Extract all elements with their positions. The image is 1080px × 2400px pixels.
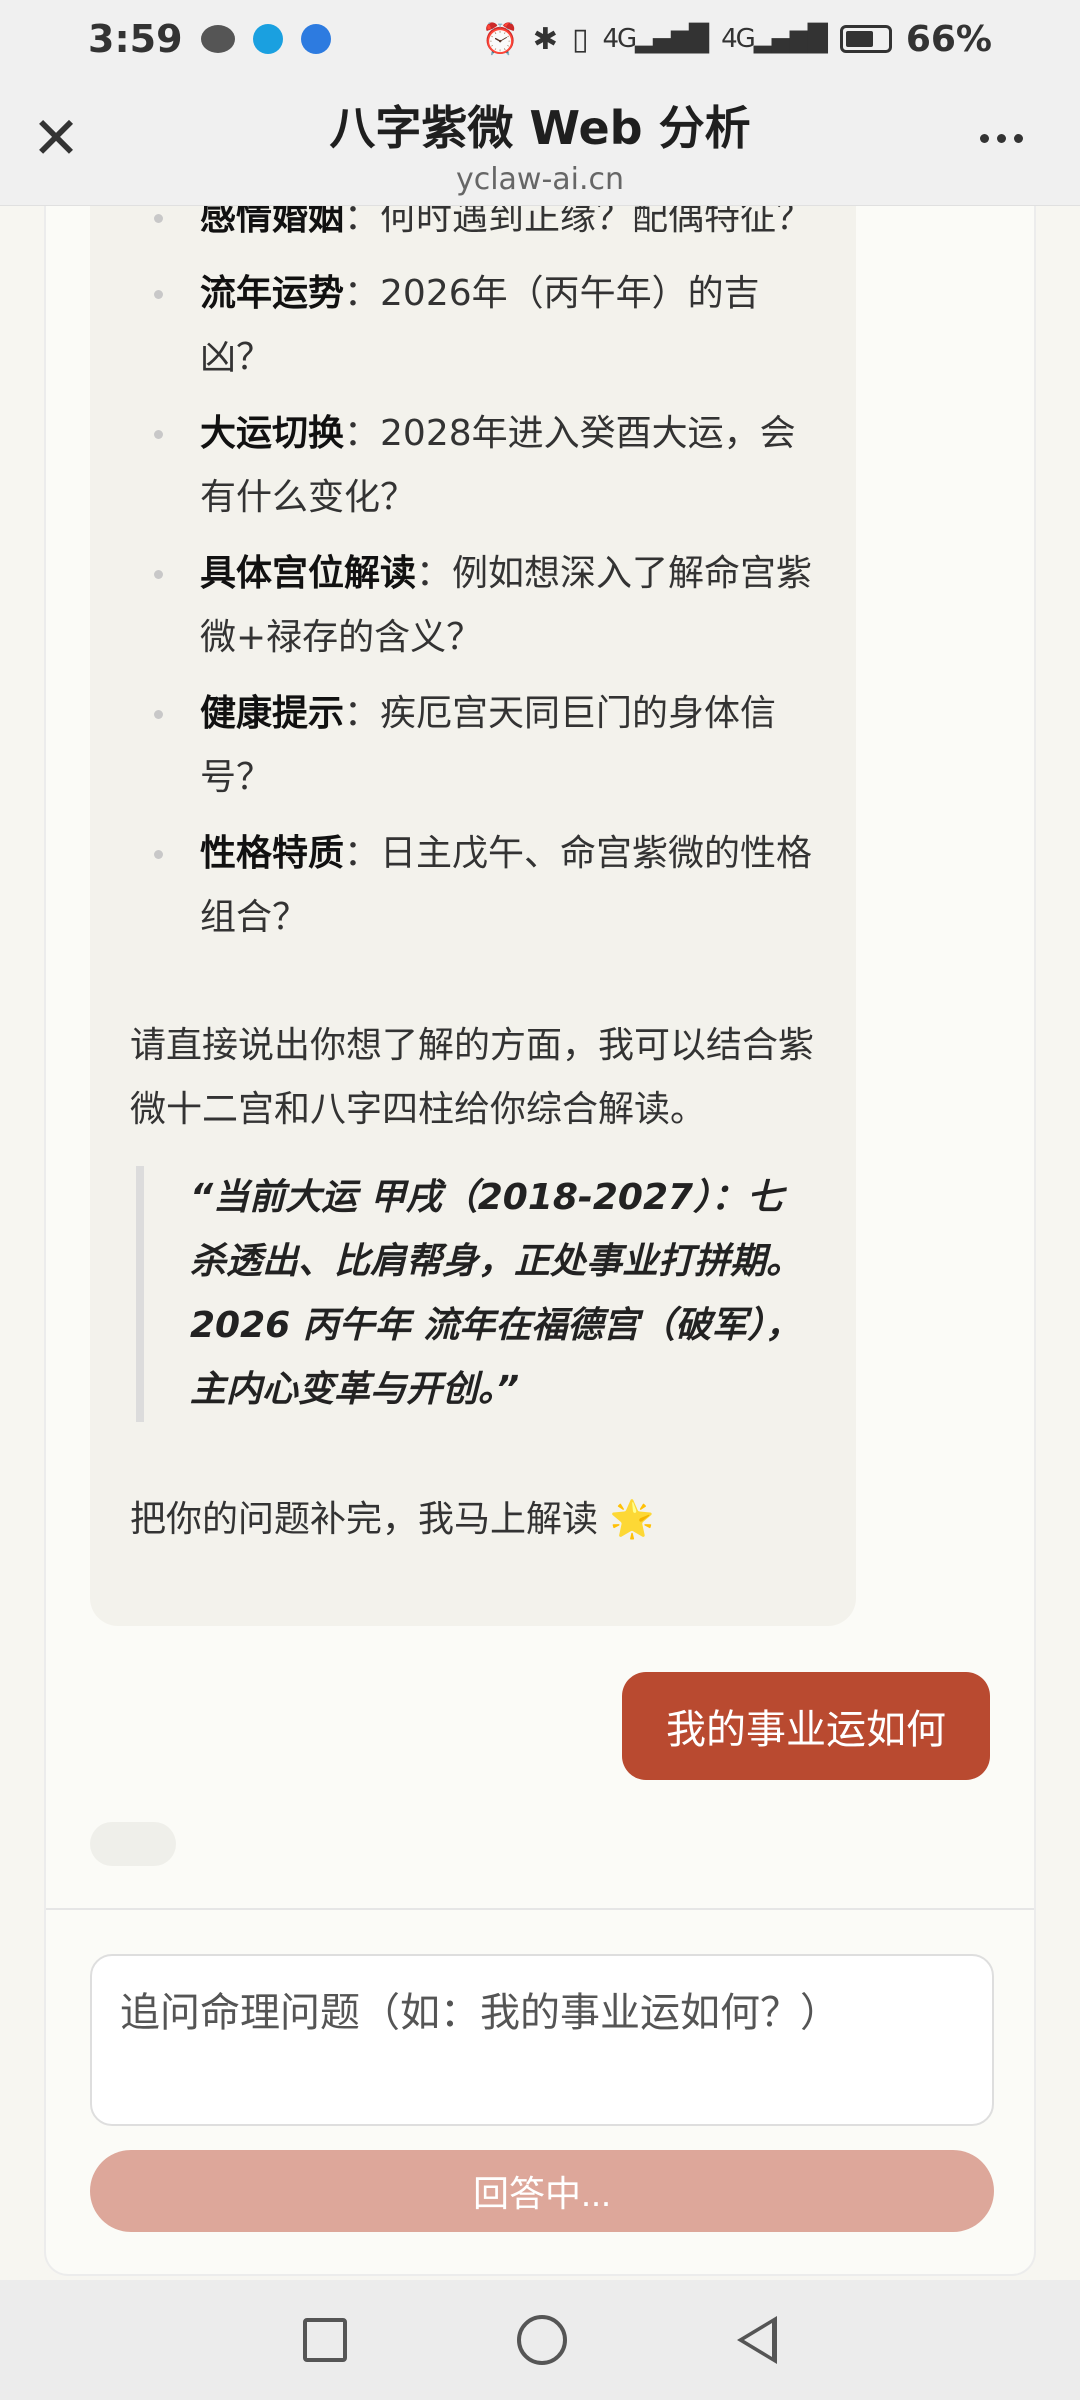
browser-notification-icon	[300, 24, 331, 54]
more-icon-dot	[996, 133, 1006, 143]
more-options-button[interactable]	[966, 118, 1036, 158]
ai-quote: “当前大运 甲戌（2018-2027）：七杀透出、比肩帮身，正处事业打拼期。20…	[136, 1166, 806, 1422]
title-bar: ✕ 八字紫微 Web 分析 yclaw-ai.cn	[0, 78, 1080, 206]
list-item: 大运切换：2028年进入癸酉大运，会有什么变化？	[130, 402, 830, 530]
chat-panel[interactable]: 感情婚姻：何时遇到正缘？配偶特征？ 流年运势：2026年（丙午年）的吉凶？ 大运…	[44, 206, 1036, 2276]
ai-closing: 把你的问题补完，我马上解读 🌟	[130, 1499, 655, 1540]
list-item: 具体宫位解读：例如想深入了解命宫紫微+禄存的含义？	[130, 542, 830, 670]
app-notification-icon	[252, 24, 283, 54]
typing-indicator	[90, 1822, 176, 1866]
signal-icon-1: 4G▂▄▆█	[602, 24, 709, 54]
recents-button[interactable]	[303, 2318, 347, 2362]
vibrate-icon: ▯	[571, 21, 589, 57]
close-icon: ✕	[31, 104, 81, 172]
page-title: 八字紫微 Web 分析	[329, 101, 751, 155]
status-time: 3:59	[88, 17, 183, 61]
submit-button[interactable]: 回答中...	[90, 2150, 994, 2232]
more-icon-dot	[979, 133, 989, 143]
question-input[interactable]	[90, 1954, 994, 2126]
status-bar: 3:59 ⏰ ✱ ▯ 4G▂▄▆█ 4G▂▄▆█ 66%	[0, 0, 1080, 78]
ai-paragraph: 请直接说出你想了解的方面，我可以结合紫微十二宫和八字四柱给你综合解读。	[130, 1025, 815, 1130]
list-item: 流年运势：2026年（丙午年）的吉凶？	[130, 262, 830, 390]
ai-message-bubble: 感情婚姻：何时遇到正缘？配偶特征？ 流年运势：2026年（丙午年）的吉凶？ 大运…	[90, 206, 856, 1626]
system-nav-bar	[0, 2280, 1080, 2400]
list-item: 感情婚姻：何时遇到正缘？配偶特征？	[130, 206, 830, 250]
more-icon-dot	[1013, 133, 1023, 143]
divider	[46, 1908, 1034, 1910]
home-button[interactable]	[517, 2315, 567, 2365]
user-message-bubble: 我的事业运如何	[622, 1672, 990, 1780]
close-button[interactable]: ✕	[26, 108, 86, 168]
topic-list: 感情婚姻：何时遇到正缘？配偶特征？ 流年运势：2026年（丙午年）的吉凶？ 大运…	[130, 206, 830, 962]
back-button[interactable]	[737, 2316, 777, 2364]
battery-percent: 66%	[905, 18, 992, 60]
wechat-icon	[200, 25, 235, 53]
list-item: 健康提示：疾厄宫天同巨门的身体信号？	[130, 682, 830, 810]
list-item: 性格特质：日主戊午、命宫紫微的性格组合？	[130, 822, 830, 950]
signal-icon-2: 4G▂▄▆█	[721, 24, 828, 54]
page-url: yclaw-ai.cn	[455, 162, 625, 197]
alarm-icon: ⏰	[481, 21, 519, 57]
battery-icon	[839, 25, 892, 53]
bluetooth-icon: ✱	[532, 21, 558, 57]
